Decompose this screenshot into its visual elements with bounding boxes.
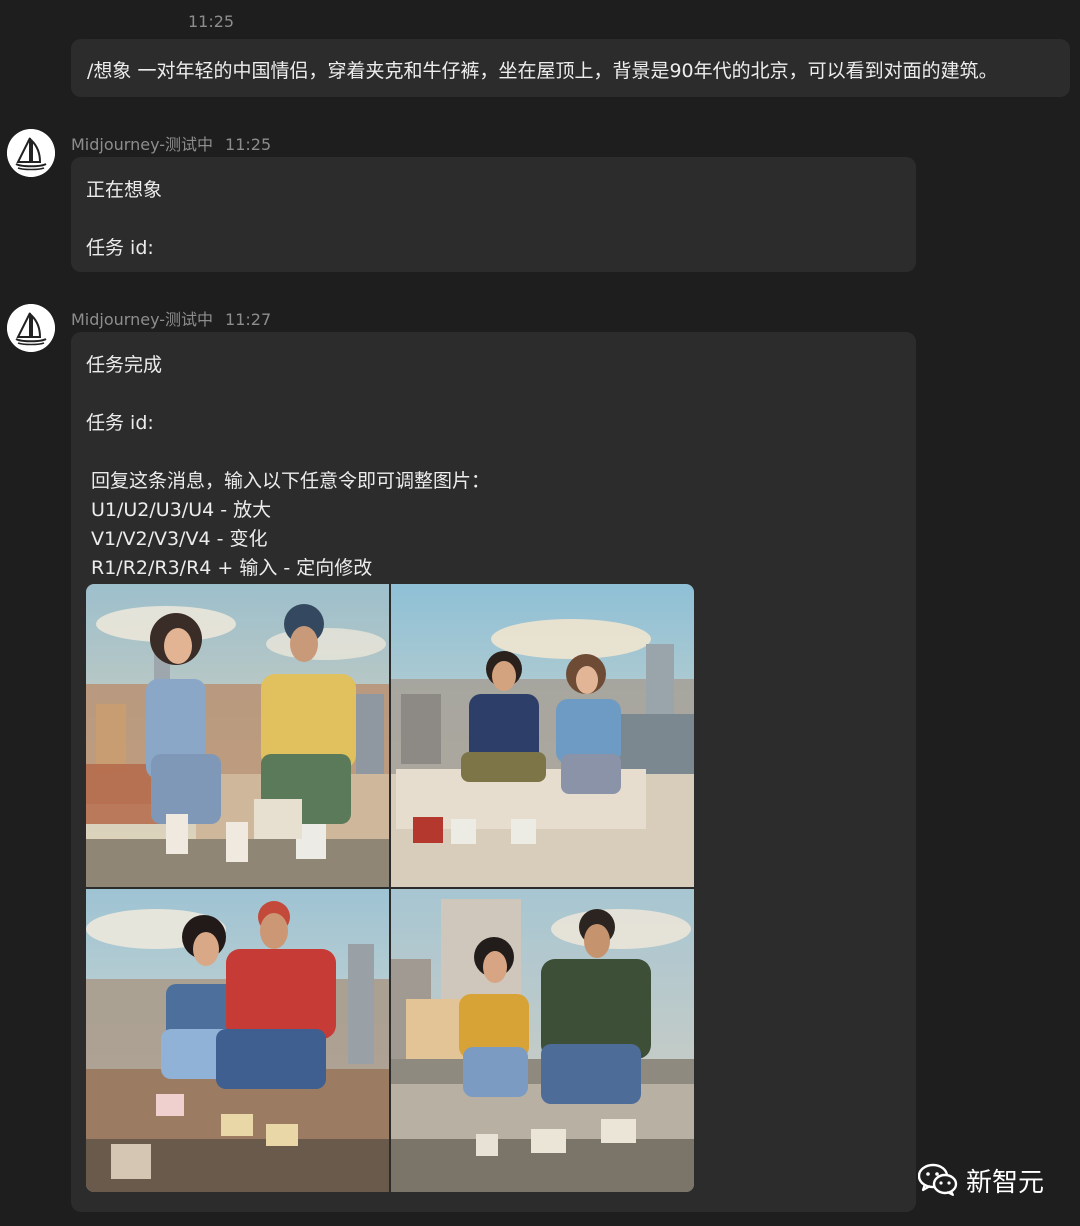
message-header: Midjourney-测试中 11:25 (71, 131, 271, 155)
message-header: Midjourney-测试中 11:27 (71, 306, 271, 330)
sender-name[interactable]: Midjourney-测试中 (71, 310, 213, 329)
status-text: 任务完成 (86, 354, 163, 376)
user-prompt-text: /想象 一对年轻的中国情侣，穿着夹克和牛仔裤，坐在屋顶上，背景是90年代的北京，… (87, 60, 998, 82)
midjourney-avatar[interactable] (7, 304, 55, 352)
sailboat-icon (7, 304, 55, 352)
message-timestamp: 11:25 (225, 135, 272, 154)
message-timestamp: 11:25 (188, 12, 235, 31)
generated-image-4[interactable] (391, 889, 694, 1192)
generated-image-2[interactable] (391, 584, 694, 887)
sender-name[interactable]: Midjourney-测试中 (71, 135, 213, 154)
watermark-text: 新智元 (966, 1167, 1045, 1198)
watermark: 新智元 (918, 1160, 1044, 1200)
generated-image-3[interactable] (86, 889, 389, 1192)
status-text: 正在想象 (86, 179, 163, 201)
command-upscale: U1/U2/U3/U4 - 放大 (91, 499, 272, 521)
couple-rooftop-image-2 (391, 584, 694, 887)
generated-image-1[interactable] (86, 584, 389, 887)
instruction-text: 回复这条消息，输入以下任意令即可调整图片： (91, 470, 491, 492)
bot-message[interactable]: 正在想象 任务 id: (71, 157, 916, 272)
message-timestamp: 11:27 (225, 310, 272, 329)
sailboat-icon (7, 129, 55, 177)
command-remix: R1/R2/R3/R4 + 输入 - 定向修改 (91, 557, 373, 579)
wechat-icon (918, 1163, 958, 1196)
generated-image-grid[interactable] (86, 584, 694, 1192)
couple-rooftop-image-1 (86, 584, 389, 887)
couple-rooftop-image-4 (391, 889, 694, 1192)
midjourney-avatar[interactable] (7, 129, 55, 177)
couple-rooftop-image-3 (86, 889, 389, 1192)
task-id-label: 任务 id: (86, 237, 154, 259)
user-prompt-message[interactable]: /想象 一对年轻的中国情侣，穿着夹克和牛仔裤，坐在屋顶上，背景是90年代的北京，… (71, 39, 1070, 97)
command-variation: V1/V2/V3/V4 - 变化 (91, 528, 268, 550)
task-id-label: 任务 id: (86, 412, 154, 434)
